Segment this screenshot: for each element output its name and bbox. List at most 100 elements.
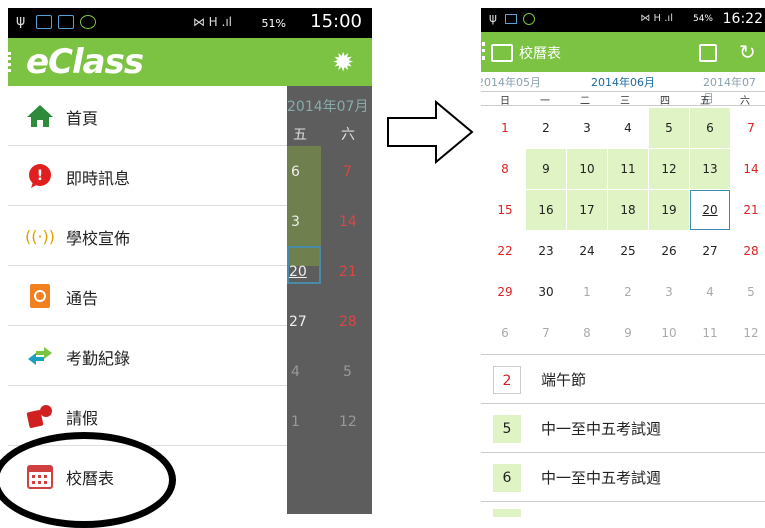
calendar-day[interactable]: 20 — [690, 190, 730, 230]
calendar-day[interactable]: 28 — [731, 231, 765, 271]
month-switcher: 2014年05月 2014年06月 2014年07月 — [481, 72, 765, 105]
drawer-item-label: 通告 — [66, 289, 99, 308]
calendar-day[interactable]: 26 — [649, 231, 689, 271]
android-icon — [80, 15, 96, 29]
bg-day: 12 — [339, 414, 357, 430]
calendar-day[interactable]: 18 — [608, 190, 648, 230]
notification-icon — [36, 15, 52, 29]
svg-text:!: ! — [37, 168, 43, 184]
calendar-day[interactable]: 1 — [567, 272, 607, 312]
weekday-label: 二 — [580, 96, 590, 107]
drawer-item-label: 請假 — [66, 409, 99, 428]
calendar-day[interactable]: 9 — [608, 313, 648, 353]
status-bar: ψ ⋈ H .ıl 54% 16:22 — [481, 8, 765, 32]
calendar-day[interactable]: 8 — [485, 149, 525, 189]
calendar-day[interactable]: 9 — [526, 149, 566, 189]
status-bar: ψ ⋈ H .ıl 51% 15:00 — [8, 8, 372, 38]
calendar-day[interactable]: 19 — [649, 190, 689, 230]
calendar-day[interactable]: 21 — [731, 190, 765, 230]
calendar-day[interactable]: 6 — [485, 313, 525, 353]
drawer-item-messages[interactable]: ! 即時訊息 — [8, 146, 287, 206]
highlight-oval — [0, 432, 176, 528]
weekday-header: 日 一 二 三 四 五 六 — [481, 92, 765, 107]
calendar-day[interactable]: 12 — [649, 149, 689, 189]
calendar-day[interactable]: 3 — [649, 272, 689, 312]
battery-level: 51% — [261, 17, 286, 30]
bg-day: 6 — [291, 164, 300, 180]
drawer-toggle-icon[interactable] — [482, 42, 485, 60]
calendar-day[interactable]: 11 — [608, 149, 648, 189]
event-title: 端午節 — [541, 371, 587, 389]
calendar-day[interactable]: 24 — [567, 231, 607, 271]
calendar-day[interactable]: 11 — [690, 313, 730, 353]
calendar-day[interactable]: 7 — [526, 313, 566, 353]
bg-day: 1 — [291, 414, 300, 430]
event-title: 中一至中五考試週 — [541, 469, 662, 487]
home-icon — [26, 102, 54, 130]
drawer-toggle-icon[interactable] — [8, 52, 11, 72]
bg-day: 20 — [289, 264, 307, 280]
event-row[interactable]: 6 中一至中五考試週 — [481, 454, 765, 502]
drawer-item-label: 考勤紀錄 — [66, 349, 131, 368]
refresh-icon[interactable]: ↻ — [739, 40, 756, 64]
gear-icon[interactable]: ✹ — [332, 48, 354, 78]
notice-icon — [26, 282, 54, 310]
calendar-day[interactable]: 10 — [649, 313, 689, 353]
calendar-day[interactable]: 15 — [485, 190, 525, 230]
weekday-label: 六 — [740, 96, 750, 107]
image-icon — [58, 15, 74, 29]
calendar-day[interactable]: 25 — [608, 231, 648, 271]
calendar-day[interactable]: 27 — [690, 231, 730, 271]
calendar-day[interactable]: 6 — [690, 108, 730, 148]
prev-month-button[interactable]: 2014年05月 — [481, 74, 541, 90]
calendar-day[interactable]: 30 — [526, 272, 566, 312]
message-icon: ! — [26, 162, 54, 190]
event-row[interactable]: 2 端午節 — [481, 356, 765, 404]
bg-month-label: 2014年07月 — [287, 99, 369, 115]
calendar-day[interactable]: 17 — [567, 190, 607, 230]
today-icon[interactable] — [699, 44, 717, 62]
drawer-item-attendance[interactable]: 考勤紀錄 — [8, 326, 287, 386]
calendar-day[interactable]: 13 — [690, 149, 730, 189]
event-row[interactable]: 5 中一至中五考試週 — [481, 405, 765, 453]
calendar-day[interactable]: 1 — [485, 108, 525, 148]
calendar-day[interactable]: 29 — [485, 272, 525, 312]
calendar-day[interactable]: 23 — [526, 231, 566, 271]
calendar-day[interactable]: 14 — [731, 149, 765, 189]
app-bar: 校曆表 ↻ — [481, 32, 765, 72]
calendar-day[interactable]: 16 — [526, 190, 566, 230]
weekday-label: 一 — [540, 96, 550, 107]
drawer-item-label: 學校宣佈 — [66, 229, 131, 248]
calendar-day[interactable]: 4 — [690, 272, 730, 312]
calendar-day[interactable]: 3 — [567, 108, 607, 148]
calendar-day[interactable]: 2 — [608, 272, 648, 312]
weekday-label: 日 — [500, 96, 510, 107]
calendar-day[interactable]: 7 — [731, 108, 765, 148]
app-bar: eClass ✹ — [8, 38, 372, 86]
event-day: 2 — [493, 366, 521, 394]
drawer-item-announcements[interactable]: ((·)) 學校宣佈 — [8, 206, 287, 266]
calendar-day[interactable]: 10 — [567, 149, 607, 189]
android-icon — [523, 13, 535, 25]
notification-icon — [505, 14, 517, 24]
calendar-day[interactable]: 8 — [567, 313, 607, 353]
calendar-day[interactable]: 5 — [649, 108, 689, 148]
calendar-day[interactable]: 2 — [526, 108, 566, 148]
bg-day: 3 — [291, 214, 300, 230]
calendar-day[interactable]: 5 — [731, 272, 765, 312]
app-logo: eClass — [26, 42, 144, 82]
calendar-day[interactable]: 12 — [731, 313, 765, 353]
drawer-item-notices[interactable]: 通告 — [8, 266, 287, 326]
event-title: 中一至中五考試週 — [541, 420, 662, 438]
status-time: 16:22 — [722, 11, 763, 27]
weekday-label: 三 — [620, 96, 630, 107]
calendar-day[interactable]: 4 — [608, 108, 648, 148]
bg-day: 21 — [339, 264, 357, 280]
bg-weekday: 六 — [341, 127, 355, 143]
calendar-day[interactable]: 22 — [485, 231, 525, 271]
bg-day: 27 — [289, 314, 307, 330]
background-calendar: 2014年07月 五 六 6 7 3 14 20 21 27 28 4 5 1 … — [287, 86, 372, 514]
bg-day: 4 — [291, 364, 300, 380]
drawer-item-home[interactable]: 首頁 — [8, 86, 287, 146]
event-day: 6 — [493, 464, 521, 492]
